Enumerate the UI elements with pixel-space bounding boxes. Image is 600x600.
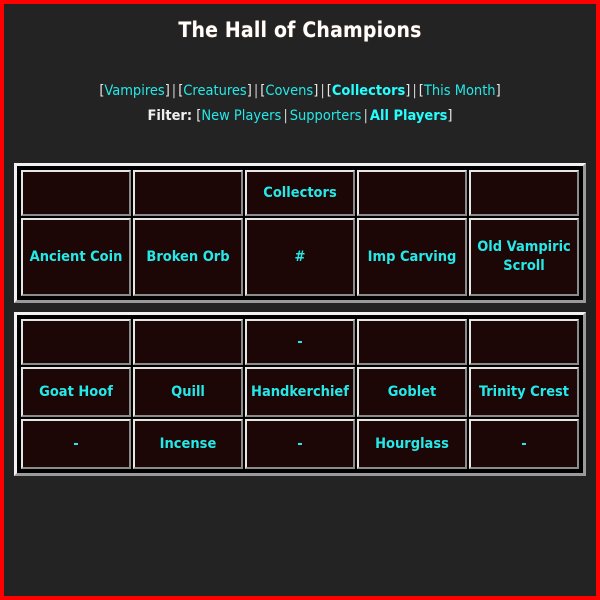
filter-separator-1: | bbox=[363, 108, 368, 124]
table-row: - bbox=[21, 319, 579, 365]
nav-link-collectors[interactable]: Collectors bbox=[332, 83, 405, 99]
table-row: Goat Hoof Quill Handkerchief Goblet Trin… bbox=[21, 367, 579, 417]
filter-close-bracket: ] bbox=[447, 108, 453, 124]
filter-label: Filter: bbox=[147, 108, 193, 124]
page-container: The Hall of Champions [Vampires] | [Creatu… bbox=[4, 4, 596, 596]
nav-close-bracket-4: ] bbox=[495, 83, 501, 99]
nav-separator-1: | bbox=[253, 83, 259, 99]
table1-item-old-vampiric-scroll[interactable]: Old Vampiric Scroll bbox=[469, 218, 579, 296]
table2-item-trinity-crest[interactable]: Trinity Crest bbox=[469, 367, 579, 417]
table1-header-cell-1 bbox=[133, 170, 243, 216]
table1-header-cell-4 bbox=[469, 170, 579, 216]
nav-separator-2: | bbox=[320, 83, 325, 99]
table2-item-hourglass[interactable]: Hourglass bbox=[357, 419, 467, 469]
filter-link-all-players[interactable]: All Players bbox=[370, 108, 448, 124]
table1-header-cell-3 bbox=[357, 170, 467, 216]
navigation-block: [Vampires] | [Creatures] | [Covens] | [Collect… bbox=[4, 80, 596, 127]
table2-item-goblet[interactable]: Goblet bbox=[357, 367, 467, 417]
table-row: - Incense - Hourglass - bbox=[21, 419, 579, 469]
nav-link-creatures[interactable]: Creatures bbox=[183, 83, 246, 99]
collectors-top-table-frame: Collectors Ancient Coin Broken Orb # Imp… bbox=[14, 163, 586, 303]
table-row: Ancient Coin Broken Orb # Imp Carving Ol… bbox=[21, 218, 579, 296]
filter-link-new-players[interactable]: New Players bbox=[201, 108, 281, 124]
nav-link-covens[interactable]: Covens bbox=[265, 83, 313, 99]
table1-item-ancient-coin[interactable]: Ancient Coin bbox=[21, 218, 131, 296]
table2-item-handkerchief[interactable]: Handkerchief bbox=[245, 367, 355, 417]
collectors-bottom-table-frame: - Goat Hoof Quill Handkerchief Goblet Tr… bbox=[14, 312, 586, 476]
collectors-bottom-table: - Goat Hoof Quill Handkerchief Goblet Tr… bbox=[19, 317, 581, 471]
primary-nav: [Vampires] | [Creatures] | [Covens] | [Collect… bbox=[4, 80, 596, 102]
page-title: The Hall of Champions bbox=[178, 18, 422, 42]
collectors-top-table: Collectors Ancient Coin Broken Orb # Imp… bbox=[19, 168, 581, 298]
filter-nav: Filter: [New Players | Supporters | All Play… bbox=[4, 105, 596, 127]
table1-header-title: Collectors bbox=[245, 170, 355, 216]
table-row: Collectors bbox=[21, 170, 579, 216]
table2-header-cell-3 bbox=[357, 319, 467, 365]
table2-item-dash-2: - bbox=[245, 419, 355, 469]
table1-header-cell-0 bbox=[21, 170, 131, 216]
table1-item-imp-carving[interactable]: Imp Carving bbox=[357, 218, 467, 296]
table2-header-cell-1 bbox=[133, 319, 243, 365]
table2-header-dash: - bbox=[245, 319, 355, 365]
table1-item-broken-orb[interactable]: Broken Orb bbox=[133, 218, 243, 296]
table2-item-goat-hoof[interactable]: Goat Hoof bbox=[21, 367, 131, 417]
nav-link-this-month[interactable]: This Month bbox=[424, 83, 496, 99]
table2-item-dash-0: - bbox=[21, 419, 131, 469]
nav-link-vampires[interactable]: Vampires bbox=[104, 83, 164, 99]
table2-item-incense[interactable]: Incense bbox=[133, 419, 243, 469]
table2-header-cell-4 bbox=[469, 319, 579, 365]
table2-item-dash-4: - bbox=[469, 419, 579, 469]
filter-separator-0: | bbox=[283, 108, 288, 124]
nav-separator-0: | bbox=[171, 83, 177, 99]
filter-link-supporters[interactable]: Supporters bbox=[290, 108, 362, 124]
table1-item-hash: # bbox=[245, 218, 355, 296]
table2-header-cell-0 bbox=[21, 319, 131, 365]
nav-separator-3: | bbox=[412, 83, 417, 99]
table2-item-quill[interactable]: Quill bbox=[133, 367, 243, 417]
